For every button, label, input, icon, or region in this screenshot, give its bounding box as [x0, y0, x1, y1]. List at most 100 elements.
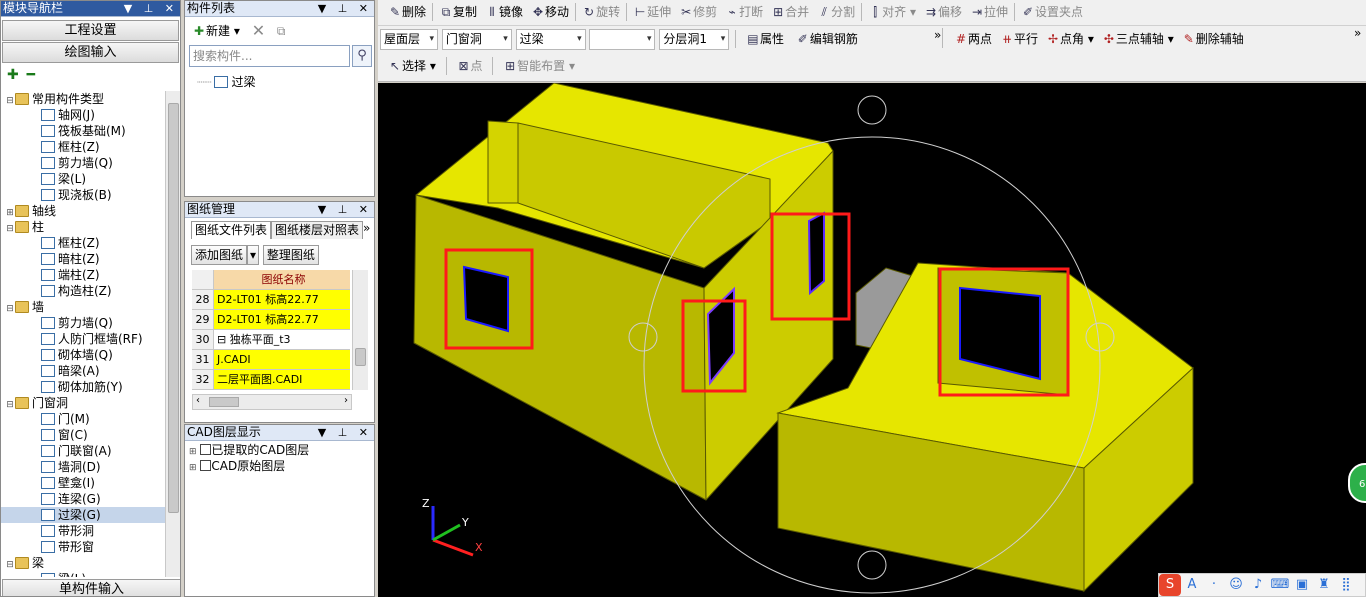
ime-icon[interactable]: A [1181, 574, 1203, 596]
more-icon[interactable]: » [934, 28, 941, 42]
tree-item[interactable]: 门(M) [1, 411, 165, 427]
nav-scrollbar[interactable] [165, 91, 180, 577]
toolbar-button[interactable]: ⫽ 分割 [813, 1, 859, 23]
table-row[interactable]: 29 D2-LT01 标高22.77 [192, 310, 350, 330]
tree-item[interactable]: 暗梁(A) [1, 363, 165, 379]
tree-item[interactable]: 剪力墙(Q) [1, 155, 165, 171]
tree-item[interactable]: 筏板基础(M) [1, 123, 165, 139]
tree-item[interactable]: 门联窗(A) [1, 443, 165, 459]
expand-all-icon[interactable]: ✚ [7, 67, 19, 83]
toolbar-button[interactable]: ⫿ 对齐 ▾ [864, 1, 920, 23]
tree-item[interactable]: 轴网(J) [1, 107, 165, 123]
axis-tool-button[interactable]: ⧺ 平行 [996, 28, 1042, 50]
tree-item[interactable]: 砌体墙(Q) [1, 347, 165, 363]
collapse-all-icon[interactable]: ━ [27, 67, 35, 83]
table-row[interactable]: 32 二层平面图.CADI [192, 370, 350, 390]
tree-item[interactable]: ⊟ 门窗洞 [1, 395, 165, 411]
more-icon[interactable]: » [363, 221, 370, 235]
grid-vscroll[interactable] [352, 270, 368, 390]
ime-icon[interactable]: ♜ [1313, 574, 1335, 596]
copy-component-button[interactable]: ⧉ [273, 20, 290, 42]
component-search-input[interactable]: 搜索构件... [189, 45, 350, 67]
toolbar-button[interactable]: ↻ 旋转 [578, 1, 624, 23]
layer-original-row[interactable]: ⊞ CAD原始图层 [189, 459, 309, 475]
delete-component-button[interactable]: ✕ [248, 20, 269, 42]
add-drawing-button[interactable]: 添加图纸 [191, 245, 248, 265]
drawing-name-cell[interactable]: D2-LT01 标高22.77 [214, 310, 350, 329]
toolbar-button[interactable]: ⇉ 偏移 [920, 1, 966, 23]
axis-tool-button[interactable]: ✢ 点角 ▾ [1042, 28, 1098, 50]
ime-icon[interactable]: ♪ [1247, 574, 1269, 596]
component-list-item[interactable]: ┈┈ 过梁 [197, 73, 255, 90]
toolbar-button[interactable]: ⧉ 复制 [435, 1, 481, 23]
grid-hscroll-thumb[interactable] [209, 397, 239, 407]
drawing-name-cell[interactable]: 二层平面图.CADI [214, 370, 350, 389]
3d-viewport[interactable]: Z Y X 60 SA·☺♪⌨▣♜⣿ [378, 83, 1366, 597]
tree-item[interactable]: 暗柱(Z) [1, 251, 165, 267]
tree-item[interactable]: 端柱(Z) [1, 267, 165, 283]
type-select[interactable]: 门窗洞 ▾ [441, 28, 512, 50]
organize-drawing-button[interactable]: 整理图纸 [262, 245, 319, 265]
tree-item[interactable]: 连梁(G) [1, 491, 165, 507]
grid-hscroll[interactable]: ‹ › [192, 394, 352, 410]
panel-pin-icons[interactable]: ▼ ⊥ ✕ [318, 425, 372, 440]
tree-item[interactable]: ⊞ 轴线 [1, 203, 165, 219]
more-icon[interactable]: » [1354, 26, 1361, 40]
drawing-name-cell[interactable]: D2-LT01 标高22.77 [214, 290, 350, 309]
ime-icon[interactable]: ▣ [1291, 574, 1313, 596]
search-icon[interactable]: ⚲ [352, 45, 372, 67]
tree-item[interactable]: 砌体加筋(Y) [1, 379, 165, 395]
toolbar-button[interactable]: ⇥ 拉伸 [966, 1, 1012, 23]
table-row[interactable]: 28 D2-LT01 标高22.77 [192, 290, 350, 310]
floor-select[interactable]: 屋面层 ▾ [380, 28, 438, 50]
grid-vscroll-thumb[interactable] [355, 348, 366, 366]
draw-input-button[interactable]: 绘图输入 [2, 42, 179, 63]
table-row[interactable]: 31 J.CADI [192, 350, 350, 370]
ime-icon[interactable]: ⣿ [1335, 574, 1357, 596]
axis-tool-button[interactable]: # 两点 [950, 28, 996, 50]
select-button[interactable]: ↖ 选择 ▾ [384, 55, 440, 77]
tree-item[interactable]: 带形洞 [1, 523, 165, 539]
tab-drawing-files[interactable]: 图纸文件列表 [191, 221, 272, 239]
layer-select[interactable]: 分层洞1 ▾ [659, 28, 730, 50]
new-component-button[interactable]: ✚ 新建 ▾ [188, 20, 244, 42]
tree-item[interactable]: ⊟ 梁 [1, 555, 165, 571]
tree-item[interactable]: 窗(C) [1, 427, 165, 443]
axis-tool-button[interactable]: ✎ 删除辅轴 [1178, 28, 1248, 50]
nav-scroll-thumb[interactable] [168, 103, 179, 513]
col-drawing-name[interactable]: 图纸名称 [214, 270, 350, 289]
ime-icon[interactable]: ☺ [1225, 574, 1247, 596]
add-drawing-dropdown[interactable]: ▾ [247, 245, 260, 265]
ime-icon[interactable]: ⌨ [1269, 574, 1291, 596]
tree-item[interactable]: 墙洞(D) [1, 459, 165, 475]
panel-pin-icons[interactable]: ▼ ⊥ ✕ [318, 1, 372, 16]
tree-item[interactable]: ⊟ 常用构件类型 [1, 91, 165, 107]
toolbar-button[interactable]: ✐ 设置夹点 [1017, 1, 1087, 23]
panel-pin-icons[interactable]: ▼ ⊥ ✕ [318, 202, 372, 217]
tree-item[interactable]: 壁龛(I) [1, 475, 165, 491]
component-select[interactable]: 过梁 ▾ [515, 28, 586, 50]
single-input-button[interactable]: 单构件输入 [2, 579, 180, 596]
toolbar-button[interactable]: ⊞ 合并 [767, 1, 813, 23]
layer-extracted-row[interactable]: ⊞ 已提取的CAD图层 [189, 443, 309, 459]
smart-layout-button[interactable]: ⊞ 智能布置 ▾ [499, 55, 579, 77]
layer-original-checkbox[interactable] [200, 460, 212, 471]
tree-item[interactable]: 梁(L) [1, 171, 165, 187]
tree-item[interactable]: 过梁(G) [1, 507, 165, 523]
toolbar-button[interactable]: ⊢ 延伸 [629, 1, 675, 23]
point-button[interactable]: ⊠ 点 [453, 55, 487, 77]
panel-pin-icons[interactable]: ▼ ⊥ ✕ [124, 1, 178, 16]
toolbar-button[interactable]: ✥ 移动 [527, 1, 573, 23]
tree-item[interactable]: 带形窗 [1, 539, 165, 555]
blank-select[interactable]: ▾ [589, 28, 656, 50]
tree-item[interactable]: 框柱(Z) [1, 139, 165, 155]
properties-button[interactable]: ▤属性 [742, 28, 788, 50]
tree-item[interactable]: 剪力墙(Q) [1, 315, 165, 331]
tree-item[interactable]: ⊟ 柱 [1, 219, 165, 235]
tree-item[interactable]: 构造柱(Z) [1, 283, 165, 299]
toolbar-button[interactable]: ⫴ 镜像 [481, 1, 527, 23]
drawing-name-cell[interactable]: J.CADI [214, 350, 350, 369]
project-settings-button[interactable]: 工程设置 [2, 20, 179, 41]
toolbar-button[interactable]: ⌁ 打断 [721, 1, 767, 23]
axis-tool-button[interactable]: ✣ 三点辅轴 ▾ [1098, 28, 1178, 50]
